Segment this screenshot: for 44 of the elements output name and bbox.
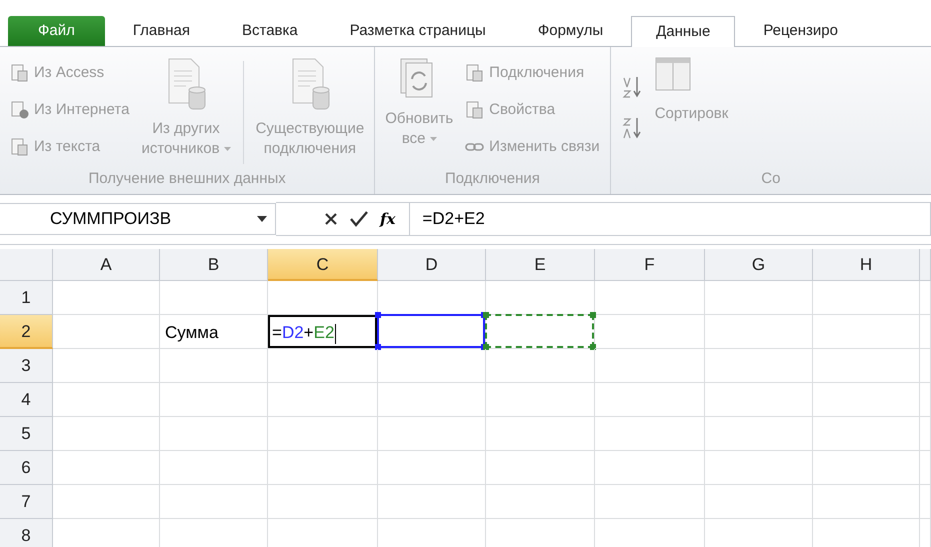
ribbon-tab[interactable]: Данные <box>631 16 736 47</box>
row-header[interactable]: 2 <box>0 315 53 349</box>
row-header[interactable]: 7 <box>0 485 53 519</box>
document-icon <box>465 100 486 118</box>
row-header[interactable]: 4 <box>0 383 53 417</box>
column-header[interactable]: C <box>268 249 378 281</box>
column-header[interactable]: H <box>813 249 920 281</box>
dropdown-arrow-icon[interactable] <box>257 216 267 222</box>
column-header[interactable]: D <box>378 249 486 281</box>
sort-table-icon <box>654 57 691 91</box>
row-header[interactable]: 3 <box>0 349 53 383</box>
select-all-corner[interactable] <box>0 249 53 281</box>
checkmark-icon[interactable] <box>350 210 368 226</box>
document-icon <box>10 100 30 118</box>
ribbon-tab[interactable]: Рецензиро <box>739 16 862 46</box>
column-header[interactable]: B <box>160 249 268 281</box>
caret-icon <box>224 147 231 152</box>
ribbon-tab[interactable]: Файл <box>8 16 105 46</box>
document-icon <box>465 64 486 82</box>
column-header[interactable] <box>920 249 931 281</box>
document-icon <box>10 138 30 156</box>
cancel-icon[interactable] <box>324 212 338 226</box>
caret-icon <box>430 137 437 142</box>
active-cell[interactable]: =D2+E2 <box>268 315 377 348</box>
formula-input[interactable]: =D2+E2 <box>410 202 931 236</box>
group-label: Подключения <box>444 169 541 189</box>
ribbon-tab[interactable]: Формулы <box>514 16 628 46</box>
row-header[interactable]: 1 <box>0 281 53 315</box>
cell-text: Сумма <box>164 322 220 343</box>
name-box[interactable]: СУММПРОИЗВ <box>0 202 276 234</box>
ribbon-tab[interactable]: Разметка страницы <box>326 16 510 46</box>
column-header[interactable]: E <box>486 249 595 281</box>
row-header[interactable]: 6 <box>0 451 53 485</box>
column-header[interactable]: G <box>705 249 813 281</box>
group-label: Со <box>760 169 782 189</box>
ribbon-tab[interactable]: Главная <box>108 16 214 46</box>
column-header[interactable]: A <box>53 249 160 281</box>
column-header[interactable]: F <box>595 249 705 281</box>
insert-function-button[interactable]: fx <box>380 210 396 228</box>
ribbon-tab[interactable]: Вставка <box>218 16 322 46</box>
group-label: Получение внешних данных <box>87 169 287 189</box>
row-header[interactable]: 8 <box>0 519 53 547</box>
row-header[interactable]: 5 <box>0 417 53 451</box>
document-icon <box>10 64 30 82</box>
